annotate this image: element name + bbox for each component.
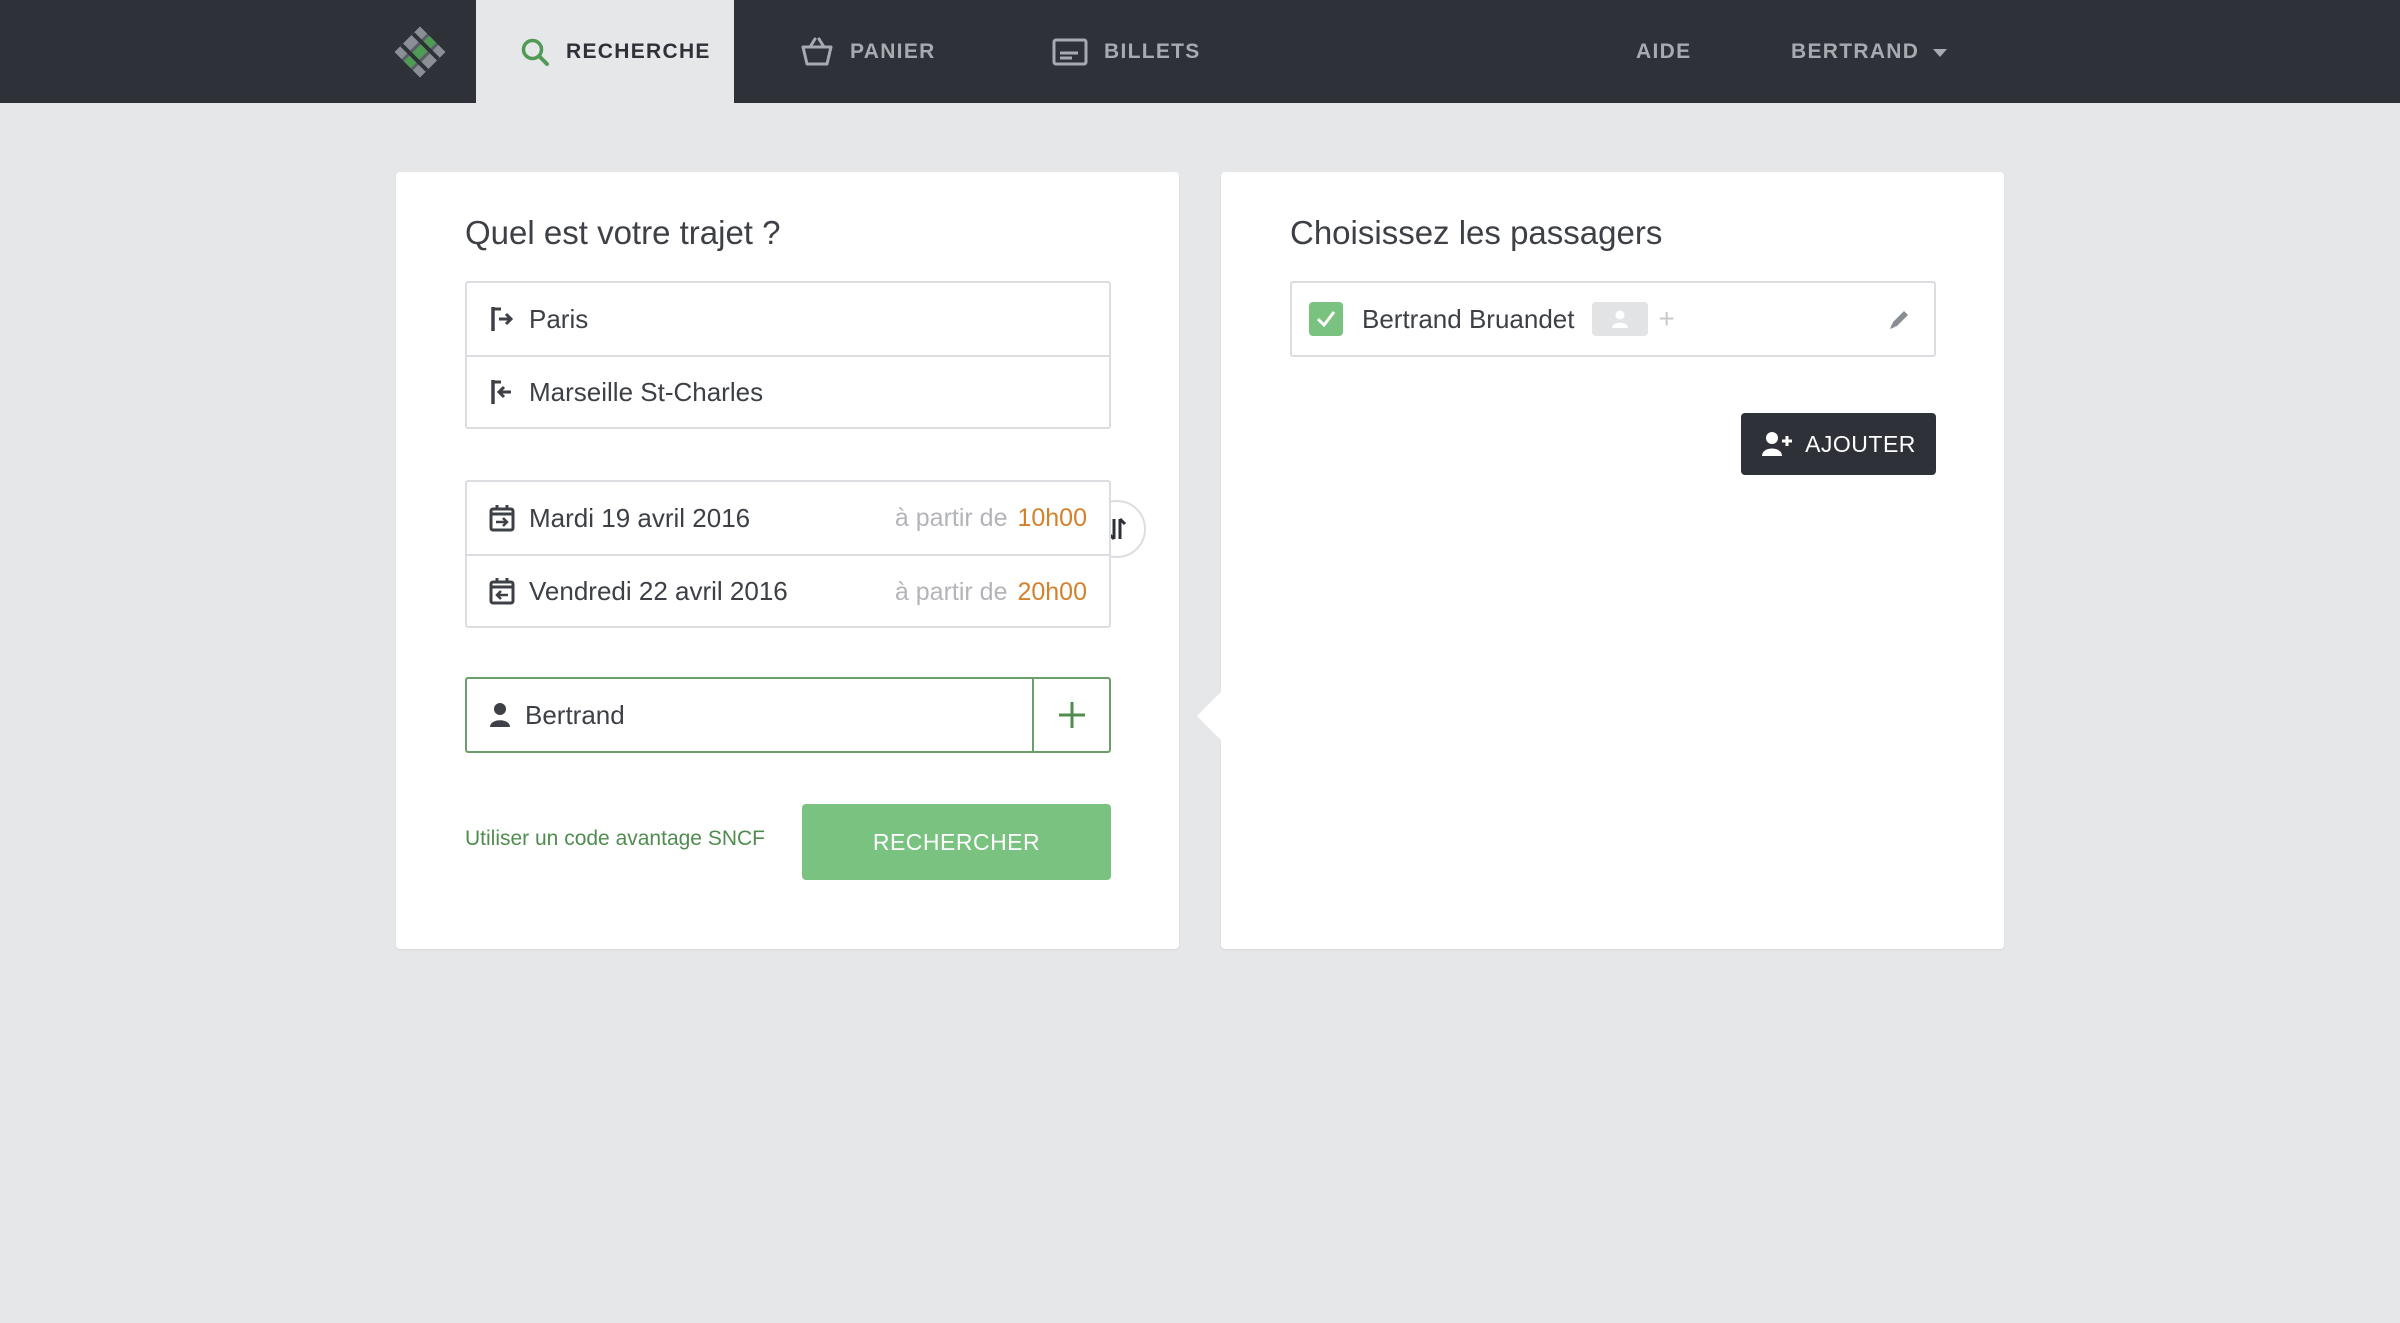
card-pointer [1197,692,1221,740]
search-button[interactable]: RECHERCHER [802,804,1111,880]
outbound-time[interactable]: à partir de 10h00 [895,482,1087,554]
add-card-icon[interactable]: + [1658,305,1674,333]
user-card-icon [1612,310,1629,328]
user-menu[interactable]: BERTRAND [1791,0,1948,103]
return-time-value: 20h00 [1017,577,1087,606]
tab-panier[interactable]: PANIER [800,0,936,103]
promo-code-link[interactable]: Utiliser un code avantage SNCF [465,827,765,851]
tab-label: RECHERCHE [566,39,711,63]
outbound-date-value: Mardi 19 avril 2016 [529,502,751,533]
tab-label: BILLETS [1104,39,1201,63]
user-icon [490,703,510,727]
tab-billets[interactable]: BILLETS [1052,0,1201,103]
check-icon [1316,311,1336,328]
edit-icon[interactable] [1886,307,1912,333]
origin-value: Paris [529,303,589,334]
passenger-name: Bertrand Bruandet [1362,303,1575,334]
user-label: BERTRAND [1791,39,1920,63]
passengers-card: Choisissez les passagers Bertrand Bruand… [1197,172,2004,949]
from-label: à partir de [894,503,1008,532]
passenger-value: Bertrand [525,699,625,730]
from-label: à partir de [894,577,1008,606]
outbound-time-value: 10h00 [1017,503,1087,532]
search-icon [521,38,549,66]
passenger-checkbox[interactable] [1309,302,1343,336]
outbound-date-field[interactable]: Mardi 19 avril 2016 à partir de 10h00 [467,482,1109,554]
passenger-selector[interactable]: Bertrand [467,679,1034,751]
add-button-label: AJOUTER [1805,430,1916,457]
caret-down-icon [1933,48,1948,57]
return-date-field[interactable]: Vendredi 22 avril 2016 à partir de 20h00 [467,554,1109,626]
logo[interactable] [390,22,450,82]
trip-title: Quel est votre trajet ? [465,214,781,251]
add-user-icon [1762,432,1793,456]
calendar-return-icon [489,578,515,605]
departure-icon [491,307,514,331]
calendar-out-icon [489,505,515,532]
add-passenger-profile-button[interactable]: AJOUTER [1741,413,1936,475]
add-passenger-button[interactable] [1034,679,1109,751]
tab-recherche[interactable]: RECHERCHE [476,0,734,103]
route-fields: Paris Marseille St-Charles [465,281,1111,429]
date-fields: Mardi 19 avril 2016 à partir de 10h00 Ve… [465,480,1111,628]
destination-field[interactable]: Marseille St-Charles [467,355,1109,427]
destination-value: Marseille St-Charles [529,376,764,407]
arrival-icon [491,380,511,404]
loyalty-card-badge[interactable] [1592,302,1649,336]
help-label: AIDE [1636,39,1692,63]
help-link[interactable]: AIDE [1636,0,1691,103]
passengers-title: Choisissez les passagers [1290,214,1663,251]
basket-icon [801,37,833,65]
origin-field[interactable]: Paris [467,283,1109,355]
plus-icon [1058,702,1085,728]
tab-label: PANIER [850,39,936,63]
return-time[interactable]: à partir de 20h00 [895,556,1087,628]
trip-card: Quel est votre trajet ? Paris Marseille … [396,172,1179,949]
return-date-value: Vendredi 22 avril 2016 [529,575,788,606]
ticket-icon [1052,38,1088,65]
passenger-field: Bertrand [465,677,1111,753]
top-nav: RECHERCHE PANIER BILLETS AIDE BERTRAND [0,0,2400,103]
passenger-row[interactable]: Bertrand Bruandet + [1290,281,1936,357]
